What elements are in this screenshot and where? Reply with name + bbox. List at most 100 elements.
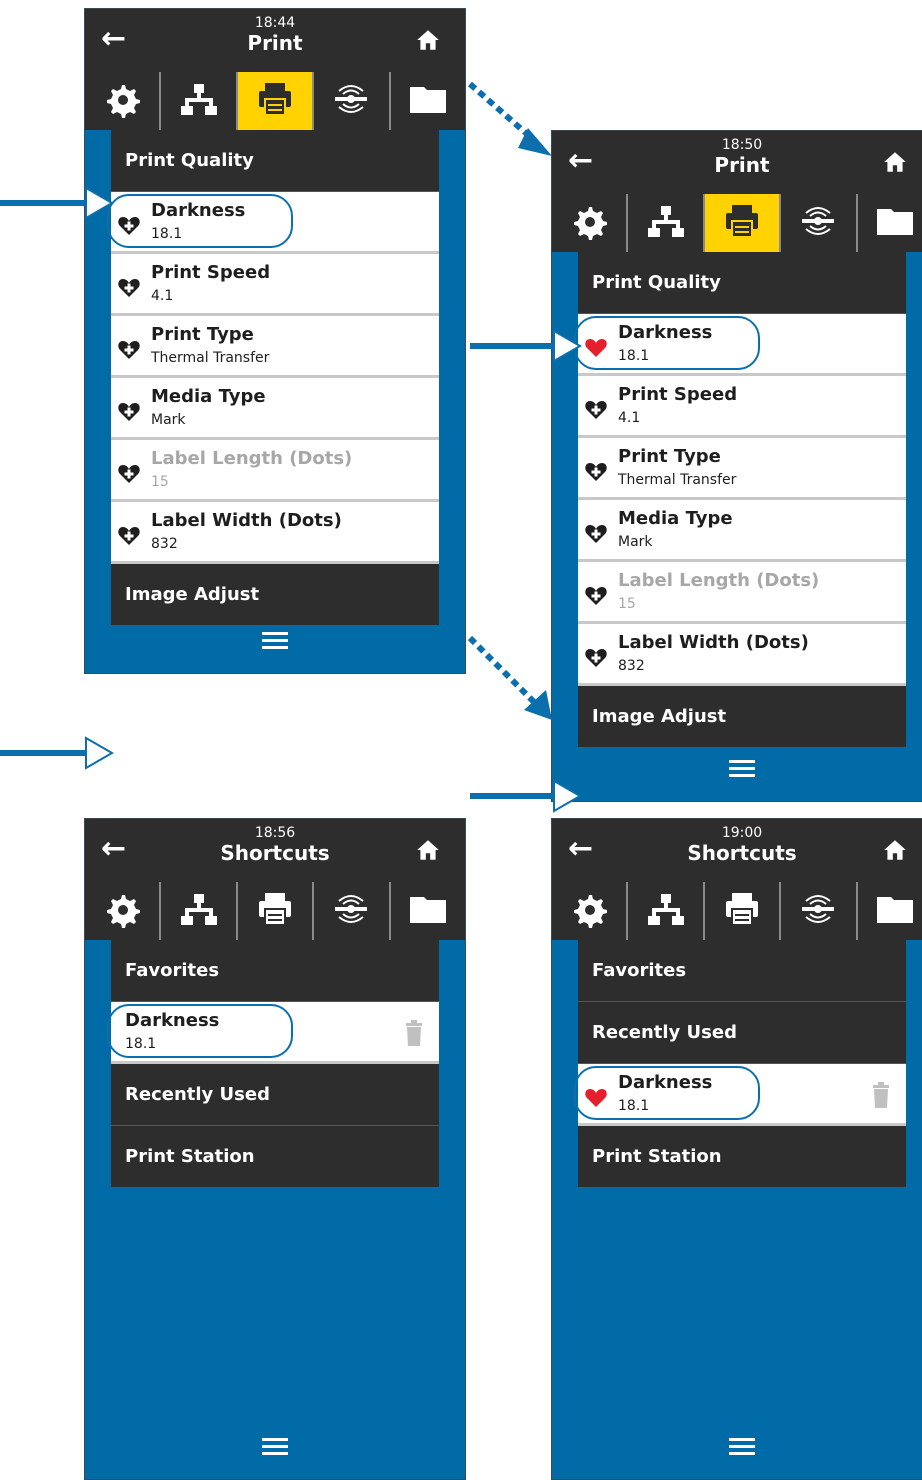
hamburger-menu-icon[interactable] <box>552 753 922 783</box>
tab-print[interactable] <box>235 72 313 130</box>
item-label: Print Speed <box>151 262 271 283</box>
add-favorite-icon[interactable] <box>117 338 141 360</box>
home-icon[interactable] <box>882 139 922 183</box>
list-item[interactable]: Darkness 18.1 <box>574 314 906 376</box>
menu-tab-bar <box>85 882 465 940</box>
add-favorite-icon[interactable] <box>584 460 608 482</box>
home-icon[interactable] <box>882 827 922 871</box>
network-icon <box>179 889 219 933</box>
section-header[interactable]: Print Station <box>111 1126 439 1188</box>
section-header[interactable]: Favorites <box>578 940 906 1002</box>
item-value: 832 <box>151 536 178 552</box>
list-item[interactable]: Media Type Mark <box>111 378 439 440</box>
item-label: Label Length (Dots) <box>151 448 353 469</box>
list-item[interactable]: Darkness 18.1 <box>107 1002 439 1064</box>
section-header[interactable]: Print Quality <box>578 252 906 314</box>
section-header[interactable]: Recently Used <box>578 1002 906 1064</box>
tab-print[interactable] <box>702 882 779 940</box>
printer-screen-print-1844: ← 18:44 Print Print Quality Darkness 18.1 P… <box>84 8 466 674</box>
clock: 19:00 <box>721 825 763 841</box>
item-label: Label Width (Dots) <box>618 632 809 653</box>
screen-title: Print <box>247 31 303 55</box>
callout-arrow-4 <box>470 779 583 813</box>
section-header[interactable]: Image Adjust <box>578 686 906 748</box>
printer-screen-print-1850: ← 18:50 Print Print Quality Darkness 18.1 P… <box>551 130 922 802</box>
highlight-outline <box>107 1004 293 1058</box>
list-item[interactable]: Label Length (Dots) 15 <box>111 440 439 502</box>
clock: 18:56 <box>254 825 296 841</box>
list-item[interactable]: Darkness 18.1 <box>107 192 439 254</box>
add-favorite-icon[interactable] <box>117 276 141 298</box>
home-icon[interactable] <box>415 17 455 61</box>
storage-icon <box>875 201 915 245</box>
tab-rfid[interactable] <box>312 72 388 130</box>
add-favorite-icon[interactable] <box>117 524 141 546</box>
section-header[interactable]: Favorites <box>111 940 439 1002</box>
list-item[interactable]: Label Width (Dots) 832 <box>578 624 906 686</box>
add-favorite-icon[interactable] <box>584 646 608 668</box>
tab-rfid[interactable] <box>779 882 855 940</box>
flow-arrow-top <box>468 81 552 156</box>
highlight-outline <box>107 194 293 248</box>
menu-tab-bar <box>552 194 922 252</box>
print-icon <box>255 79 295 123</box>
tab-rfid[interactable] <box>779 194 855 252</box>
tab-storage[interactable] <box>855 194 922 252</box>
settings-icon <box>569 201 609 245</box>
home-icon[interactable] <box>415 827 455 871</box>
tab-network[interactable] <box>626 882 702 940</box>
menu-tab-bar <box>552 882 922 940</box>
rfid-icon <box>798 889 838 933</box>
tab-rfid[interactable] <box>312 882 388 940</box>
section-header[interactable]: Print Station <box>578 1126 906 1188</box>
tab-storage[interactable] <box>388 72 465 130</box>
list-item[interactable]: Darkness 18.1 <box>574 1064 906 1126</box>
item-label: Label Width (Dots) <box>151 510 342 531</box>
item-value: 15 <box>618 596 636 612</box>
list-item[interactable]: Print Type Thermal Transfer <box>578 438 906 500</box>
tab-network[interactable] <box>626 194 702 252</box>
list-item[interactable]: Media Type Mark <box>578 500 906 562</box>
tab-storage[interactable] <box>388 882 465 940</box>
add-favorite-icon[interactable] <box>117 462 141 484</box>
list-item[interactable]: Print Speed 4.1 <box>578 376 906 438</box>
tab-print[interactable] <box>235 882 312 940</box>
settings-icon <box>102 889 142 933</box>
add-favorite-icon[interactable] <box>584 398 608 420</box>
item-value: Thermal Transfer <box>151 350 270 366</box>
tab-network[interactable] <box>159 882 235 940</box>
hamburger-menu-icon[interactable] <box>85 625 465 655</box>
hamburger-menu-icon[interactable] <box>85 1431 465 1461</box>
section-header[interactable]: Image Adjust <box>111 564 439 626</box>
screen-title: Shortcuts <box>220 841 330 865</box>
add-favorite-icon[interactable] <box>117 400 141 422</box>
tab-settings[interactable] <box>85 72 159 130</box>
tab-settings[interactable] <box>85 882 159 940</box>
tab-print[interactable] <box>702 194 780 252</box>
trash-icon[interactable] <box>872 1082 890 1108</box>
list-item[interactable]: Print Speed 4.1 <box>111 254 439 316</box>
list-item[interactable]: Label Width (Dots) 832 <box>111 502 439 564</box>
network-icon <box>646 889 686 933</box>
trash-icon[interactable] <box>405 1020 423 1046</box>
list-item[interactable]: Print Type Thermal Transfer <box>111 316 439 378</box>
item-label: Print Type <box>618 446 721 467</box>
menu-tab-bar <box>85 72 465 130</box>
callout-arrow-3 <box>0 736 115 770</box>
callout-arrow-2 <box>470 329 583 363</box>
section-header[interactable]: Print Quality <box>111 130 439 192</box>
highlight-outline <box>574 316 760 370</box>
add-favorite-icon[interactable] <box>584 584 608 606</box>
tab-settings[interactable] <box>552 194 626 252</box>
tab-settings[interactable] <box>552 882 626 940</box>
list-item[interactable]: Label Length (Dots) 15 <box>578 562 906 624</box>
section-header[interactable]: Recently Used <box>111 1064 439 1126</box>
menu-list: Favorites Darkness 18.1 Recently Used Print … <box>107 940 439 1188</box>
hamburger-menu-icon[interactable] <box>552 1431 922 1461</box>
rfid-icon <box>331 889 371 933</box>
item-value: 832 <box>618 658 645 674</box>
tab-storage[interactable] <box>855 882 922 940</box>
menu-list: Print Quality Darkness 18.1 Print Speed 4.1 P… <box>107 130 439 626</box>
tab-network[interactable] <box>159 72 235 130</box>
add-favorite-icon[interactable] <box>584 522 608 544</box>
